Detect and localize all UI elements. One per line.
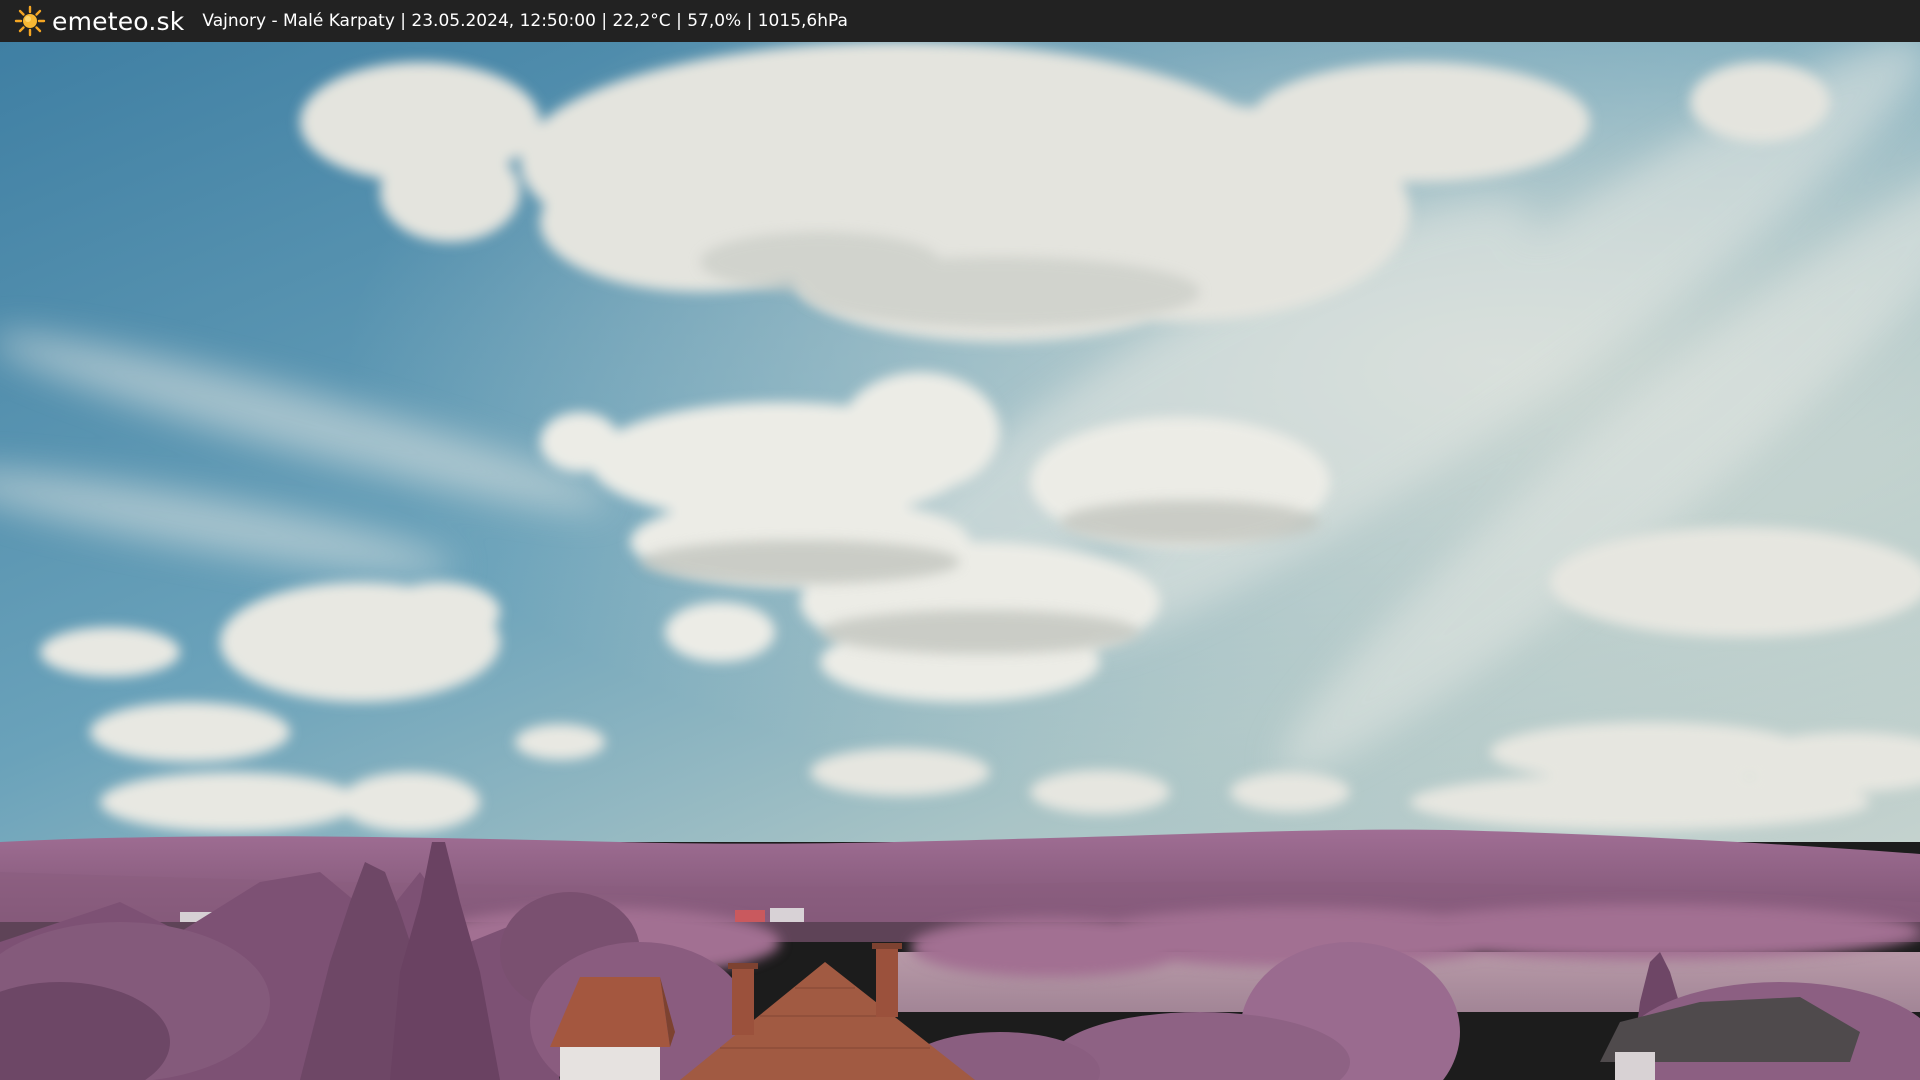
weather-caption: Vajnory - Malé Karpaty | 23.05.2024, 12:… — [202, 11, 848, 31]
sun-icon — [14, 5, 46, 37]
brand-logo[interactable]: emeteo.sk — [14, 0, 202, 42]
webcam-frame: emeteo.sk Vajnory - Malé Karpaty | 23.05… — [0, 0, 1920, 1080]
caption-bar: emeteo.sk Vajnory - Malé Karpaty | 23.05… — [0, 0, 1920, 42]
brand-name: emeteo.sk — [52, 6, 185, 36]
webcam-image — [0, 42, 1920, 1080]
